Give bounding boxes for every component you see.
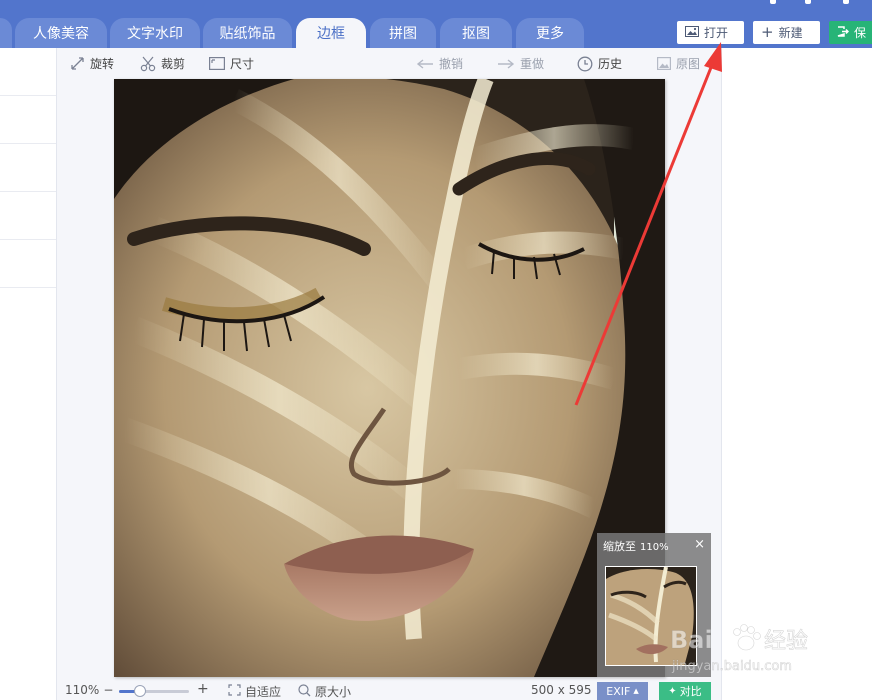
left-panel-row[interactable] <box>0 96 56 144</box>
close-icon[interactable]: × <box>694 537 705 552</box>
left-panel <box>0 48 57 700</box>
fit-icon <box>228 684 241 699</box>
navigator-header: 缩放至 110% <box>603 538 669 554</box>
zoom-slider-handle[interactable] <box>134 685 146 697</box>
original-image-label: 原图 <box>676 57 701 71</box>
fit-window-label: 自适应 <box>245 685 282 699</box>
crop-button[interactable]: 裁剪 <box>140 55 185 72</box>
edit-toolbar: 旋转 裁剪 尺寸 撤销 重做 历史 原图 <box>58 48 720 78</box>
size-label: 尺寸 <box>230 57 255 71</box>
navigator-title: 缩放至 <box>603 540 636 553</box>
compare-button[interactable]: ✦ 对比 <box>659 682 711 700</box>
compare-label: 对比 <box>679 685 702 698</box>
image-dimensions: 500 x 595 <box>531 683 592 697</box>
rotate-label: 旋转 <box>90 57 115 71</box>
zoom-slider[interactable] <box>119 685 189 697</box>
caret-up-icon: ▲ <box>633 687 639 695</box>
right-panel <box>721 48 872 700</box>
tab-text-watermark[interactable]: 文字水印 <box>110 18 200 48</box>
portrait-photo <box>114 79 665 677</box>
sparkle-icon: ✦ <box>668 685 677 697</box>
undo-label: 撤销 <box>439 57 464 71</box>
status-bar: 110% − + 自适应 原大小 500 x 595 EXIF ▲ ✦ 对比 <box>58 680 720 700</box>
history-button[interactable]: 历史 <box>577 55 622 72</box>
save-button-label: 保 <box>854 26 867 40</box>
thumbnail-photo <box>606 567 696 665</box>
fit-window-button[interactable]: 自适应 <box>228 683 281 700</box>
left-panel-row[interactable] <box>0 192 56 240</box>
rotate-icon <box>70 56 85 71</box>
window-edge-mark <box>843 0 849 4</box>
zoom-navigator: 缩放至 110% × <box>597 533 711 677</box>
undo-button[interactable]: 撤销 <box>416 55 463 72</box>
open-button-label: 打开 <box>704 26 729 40</box>
zoom-readout: 110% − <box>65 683 113 697</box>
save-button[interactable]: 保 <box>829 21 872 44</box>
clock-icon <box>577 56 593 72</box>
size-button[interactable]: 尺寸 <box>209 55 254 72</box>
navigator-thumbnail[interactable] <box>605 566 697 666</box>
zoom-percentage: 110% <box>65 683 100 697</box>
actual-size-label: 原大小 <box>315 685 352 699</box>
navigator-zoom-value: 110% <box>640 542 669 553</box>
redo-button[interactable]: 重做 <box>497 55 544 72</box>
redo-label: 重做 <box>520 57 545 71</box>
crop-label: 裁剪 <box>161 57 186 71</box>
original-image-button[interactable]: 原图 <box>657 55 700 72</box>
window-edge-mark <box>805 0 811 4</box>
window-edge-mark <box>770 0 776 4</box>
image-icon <box>685 25 699 40</box>
tab-cutout[interactable]: 抠图 <box>440 18 512 48</box>
tab-stickers[interactable]: 贴纸饰品 <box>203 18 292 48</box>
tab-collage[interactable]: 拼图 <box>370 18 436 48</box>
new-button[interactable]: + 新建 <box>753 21 820 44</box>
tab-partial[interactable] <box>0 18 12 48</box>
open-button[interactable]: 打开 <box>677 21 744 44</box>
exif-label: EXIF <box>606 684 631 698</box>
photo-canvas[interactable] <box>114 79 665 677</box>
top-tab-bar: 人像美容 文字水印 贴纸饰品 边框 拼图 抠图 更多 打开 + 新建 保 <box>0 0 872 48</box>
history-label: 历史 <box>598 57 623 71</box>
actual-size-button[interactable]: 原大小 <box>298 683 351 700</box>
left-panel-row[interactable] <box>0 48 56 96</box>
zoom-in-button[interactable]: + <box>197 681 209 697</box>
scissors-icon <box>140 56 156 72</box>
tab-border[interactable]: 边框 <box>296 18 366 48</box>
zoom-out-button[interactable]: − <box>103 683 113 697</box>
new-button-label: 新建 <box>778 26 803 40</box>
tab-portrait-beauty[interactable]: 人像美容 <box>15 18 107 48</box>
plus-icon: + <box>761 23 774 41</box>
left-panel-row[interactable] <box>0 240 56 288</box>
undo-arrow-icon <box>416 58 434 69</box>
redo-arrow-icon <box>497 58 515 69</box>
rotate-button[interactable]: 旋转 <box>70 55 114 72</box>
left-panel-row[interactable] <box>0 144 56 192</box>
tab-more[interactable]: 更多 <box>516 18 584 48</box>
save-export-icon <box>837 25 850 40</box>
image-icon <box>657 57 671 70</box>
exif-button[interactable]: EXIF ▲ <box>597 682 648 700</box>
magnifier-icon <box>298 683 311 700</box>
resize-icon <box>209 57 225 70</box>
